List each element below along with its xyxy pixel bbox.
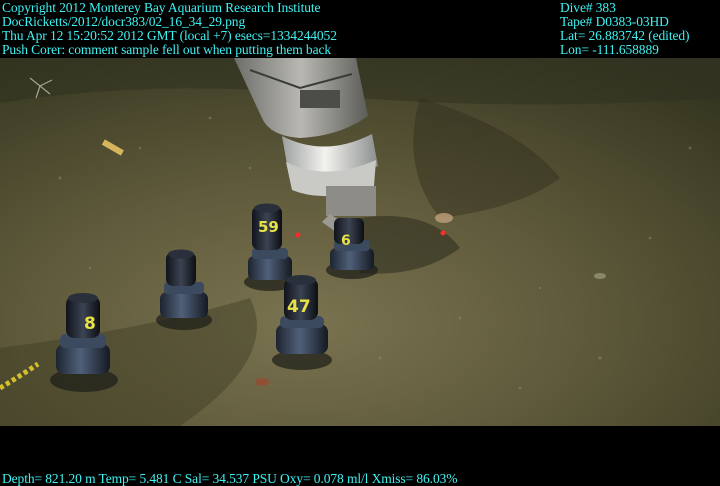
sensor-readout: Depth= 821.20 m Temp= 5.481 C Sal= 34.53…	[2, 471, 458, 486]
tape-number: Tape# D0383-03HD	[560, 14, 669, 29]
corer-label: 59	[258, 218, 279, 236]
video-frame: 8 59 6 47 Copyright 2012 Monterey Bay Aq…	[0, 0, 720, 486]
seafloor-scene	[0, 58, 720, 426]
latitude: Lat= 26.883742 (edited)	[560, 28, 690, 43]
corer-label: 6	[341, 233, 351, 249]
timestamp-line: Thu Apr 12 15:20:52 2012 GMT (local +7) …	[2, 28, 337, 43]
longitude: Lon= -111.658889	[560, 42, 659, 57]
corer-label: 47	[287, 297, 311, 317]
corer-label: 8	[84, 314, 96, 334]
image-path-line: DocRicketts/2012/docr383/02_16_34_29.png	[2, 14, 246, 29]
copyright-line: Copyright 2012 Monterey Bay Aquarium Res…	[2, 0, 321, 15]
comment-line: Push Corer: comment sample fell out when…	[2, 42, 332, 57]
dive-number: Dive# 383	[560, 0, 616, 15]
